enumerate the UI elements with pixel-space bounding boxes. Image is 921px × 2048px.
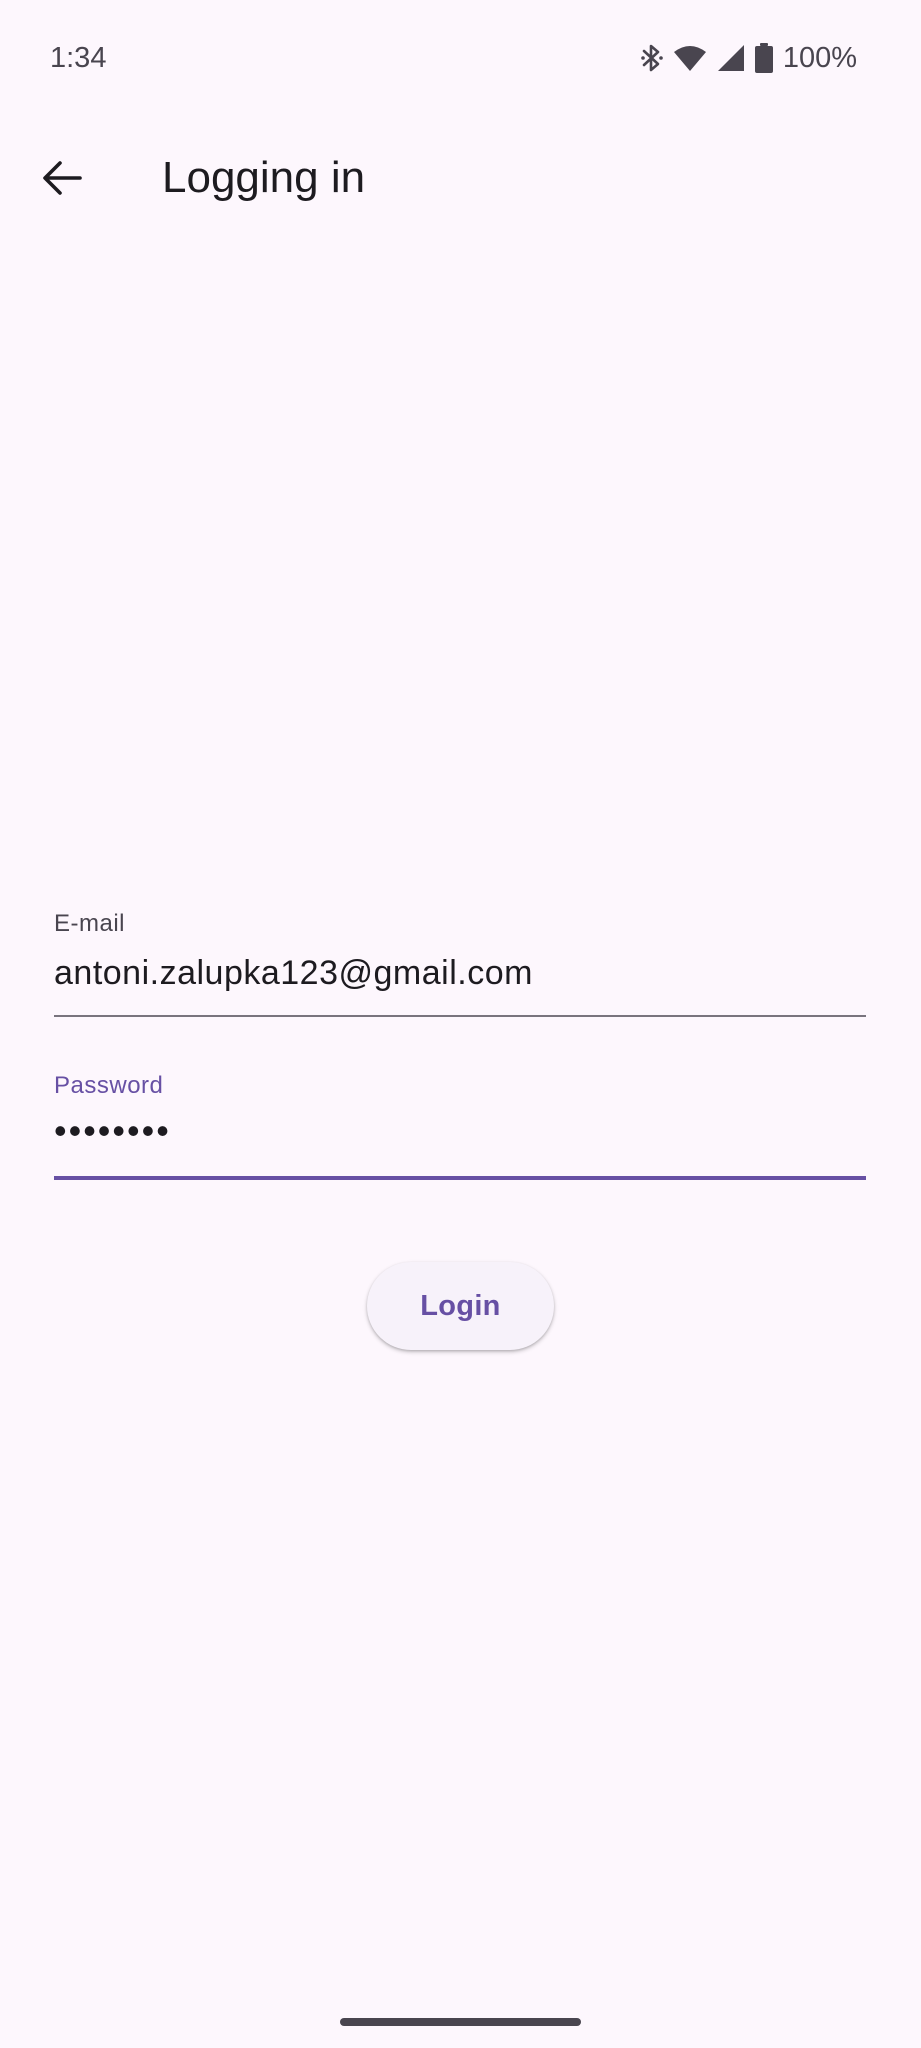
wifi-icon — [673, 44, 707, 72]
back-button[interactable] — [30, 148, 94, 212]
email-label: E-mail — [54, 910, 126, 937]
bluetooth-icon — [641, 43, 663, 73]
email-field[interactable]: E-mail antoni.zalupka123@gmail.com — [54, 908, 866, 1018]
login-button-label: Login — [420, 1289, 501, 1322]
battery-percent: 100% — [782, 42, 857, 74]
battery-icon — [754, 43, 773, 73]
status-time: 1:34 — [50, 42, 107, 74]
password-field[interactable]: Password •••••••• — [54, 1070, 866, 1180]
password-label: Password — [54, 1072, 164, 1099]
status-icons: 100% — [641, 38, 857, 78]
email-input[interactable]: antoni.zalupka123@gmail.com — [54, 950, 533, 996]
status-bar: 1:34 100% — [0, 0, 921, 116]
page-title: Logging in — [162, 153, 366, 202]
arrow-back-icon — [42, 160, 82, 201]
email-underline — [54, 1015, 866, 1017]
password-underline-focused — [54, 1176, 866, 1180]
gesture-nav-handle[interactable] — [340, 2018, 581, 2026]
password-input[interactable]: •••••••• — [54, 1108, 171, 1154]
cell-signal-icon — [717, 44, 745, 72]
app-bar: Logging in — [0, 116, 921, 244]
login-button[interactable]: Login — [367, 1262, 554, 1350]
